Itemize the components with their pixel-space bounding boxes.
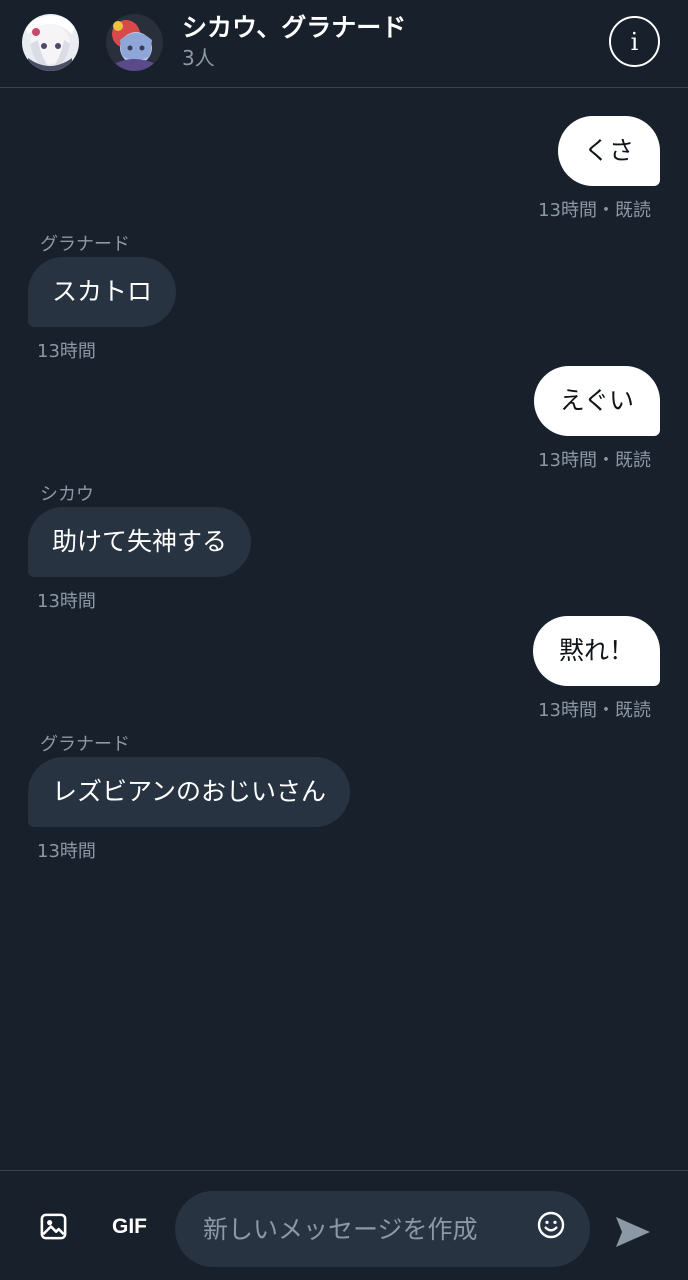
message-meta: 13時間・既読 [538, 450, 651, 471]
image-icon[interactable] [38, 1211, 69, 1242]
page-title: シカウ、グラナード [182, 13, 407, 42]
gif-button[interactable]: GIF [112, 1215, 147, 1239]
conversation-header: シカウ、グラナード 3人 i [0, 0, 688, 88]
message-meta: 13時間 [37, 841, 96, 862]
message-bubble-incoming[interactable]: レズビアンのおじいさん [28, 757, 351, 827]
message-bubble-incoming[interactable]: 助けて失神する [28, 507, 252, 577]
member-count: 3人 [182, 46, 215, 70]
message-bubble-incoming[interactable]: スカトロ [28, 257, 177, 327]
message-bubble-outgoing[interactable]: くさ [557, 116, 660, 186]
message-input-container [175, 1191, 590, 1267]
emoji-icon[interactable] [535, 1209, 567, 1241]
message-meta: 13時間 [37, 341, 96, 362]
sender-name: グラナード [40, 734, 130, 755]
message-composer: GIF [0, 1170, 688, 1280]
info-label: i [630, 27, 639, 56]
send-icon[interactable] [614, 1215, 652, 1249]
avatar[interactable] [22, 14, 79, 71]
sender-name: シカウ [40, 484, 94, 505]
avatar[interactable] [106, 14, 163, 71]
message-input[interactable] [203, 1191, 523, 1267]
info-icon[interactable]: i [609, 16, 660, 67]
sender-name: グラナード [40, 234, 130, 255]
message-meta: 13時間 [37, 591, 96, 612]
message-meta: 13時間・既読 [538, 200, 651, 221]
message-bubble-outgoing[interactable]: えぐい [533, 366, 660, 436]
message-bubble-outgoing[interactable]: 黙れ！ [532, 616, 660, 686]
message-meta: 13時間・既読 [538, 700, 651, 721]
